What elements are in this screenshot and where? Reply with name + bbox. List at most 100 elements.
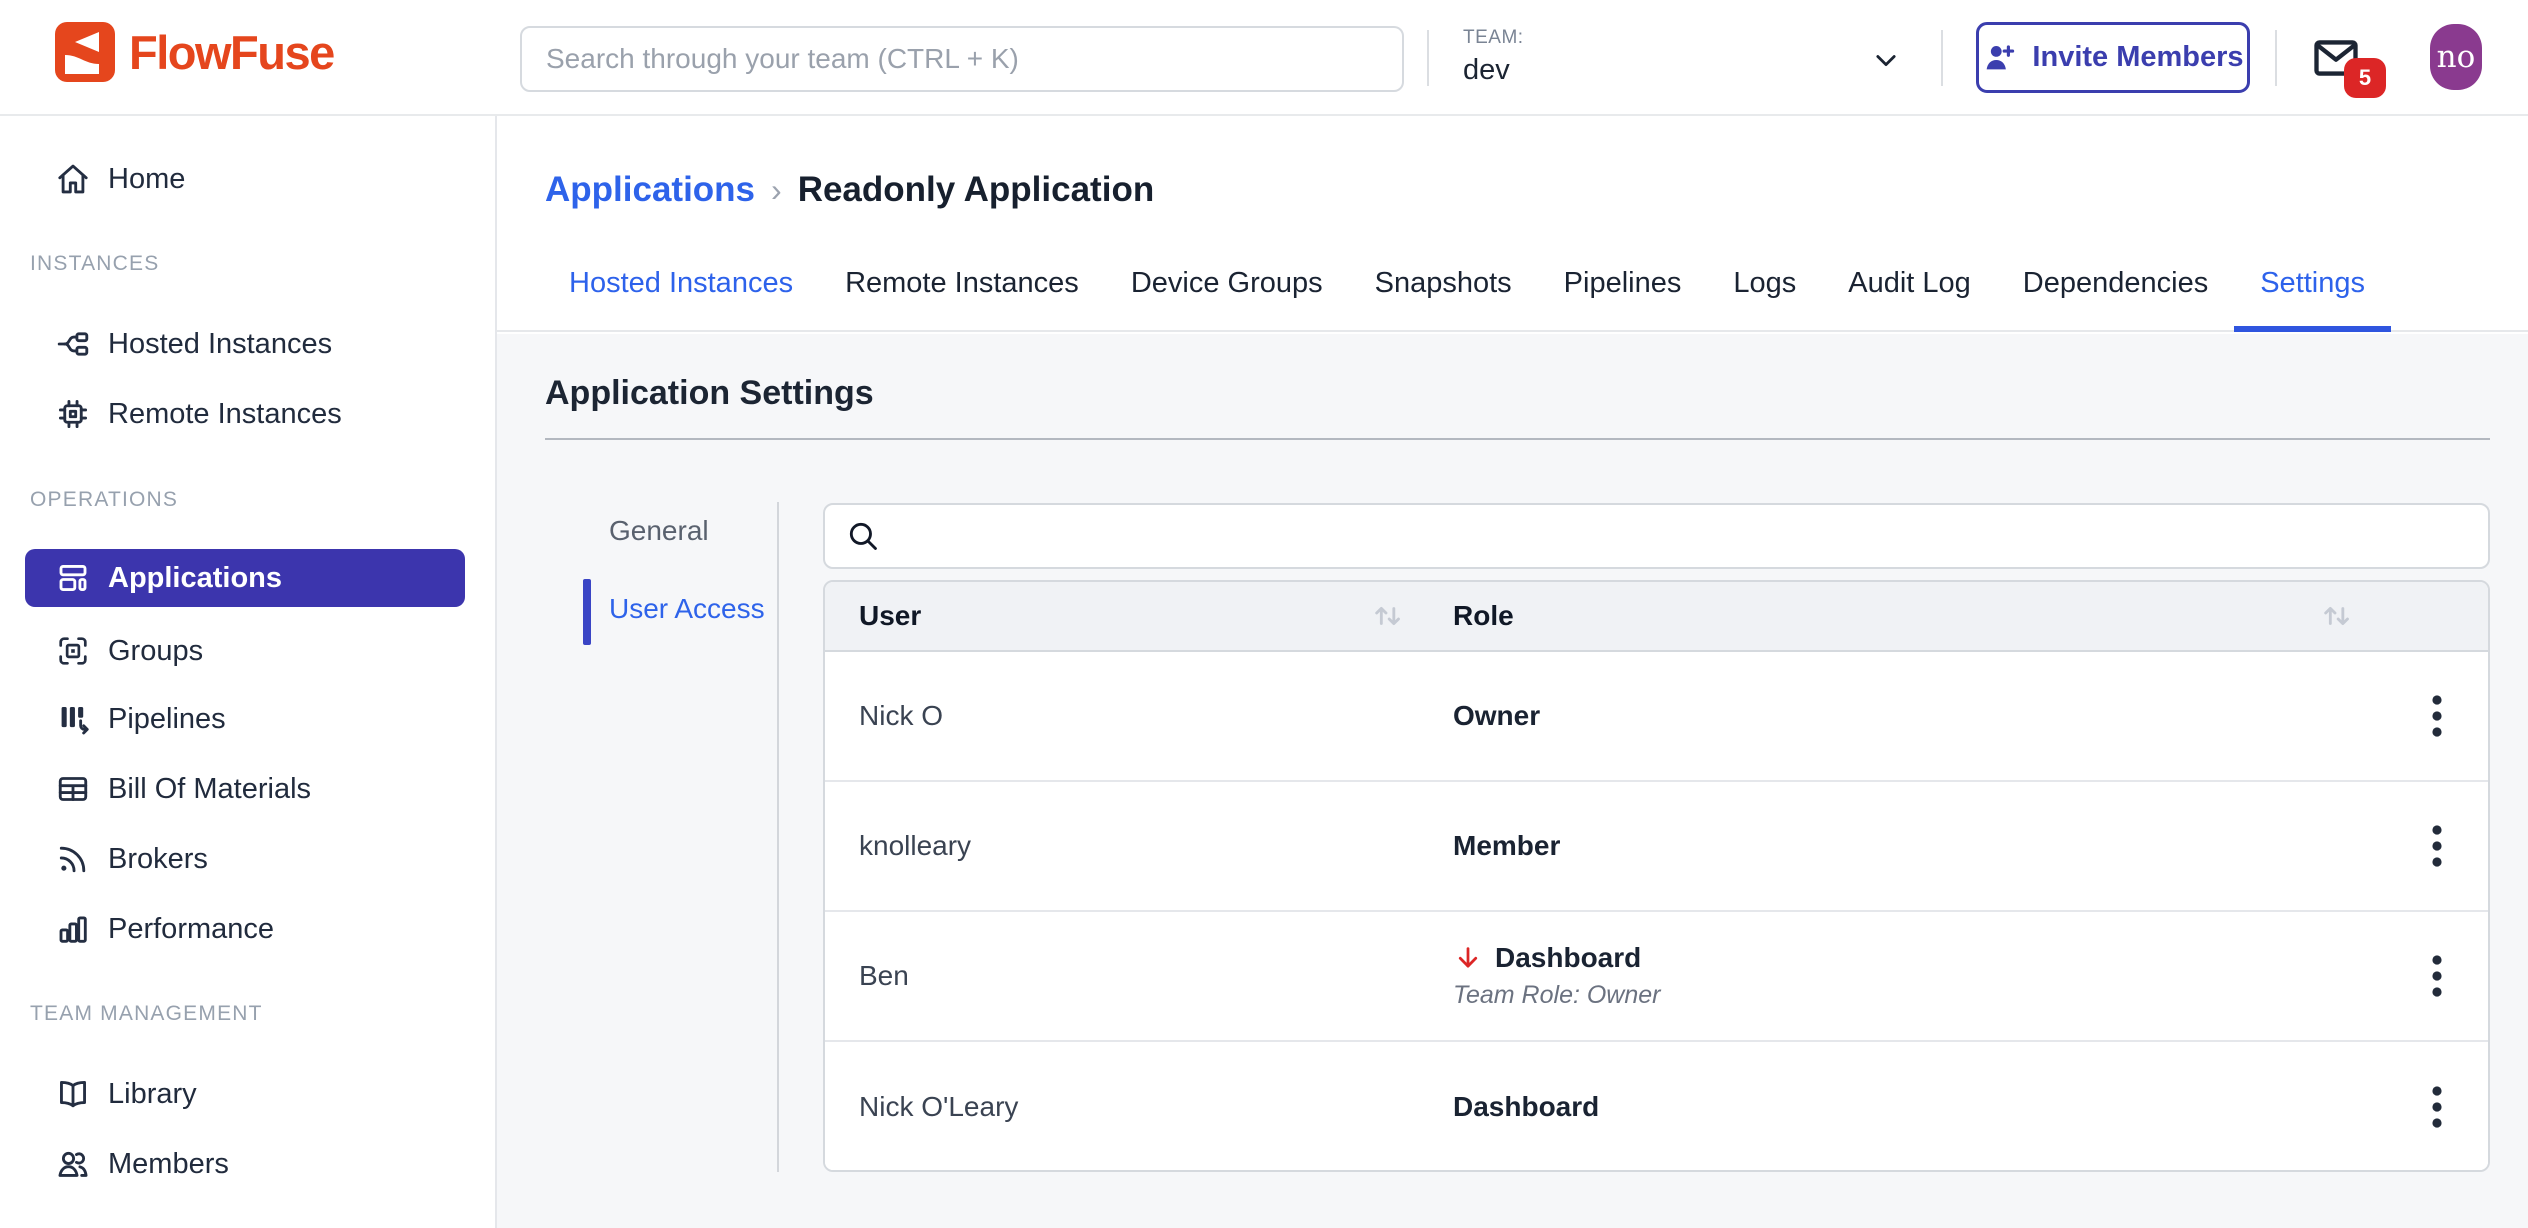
user-search-input[interactable] xyxy=(881,505,2488,567)
tab-settings[interactable]: Settings xyxy=(2234,236,2391,330)
invite-members-label: Invite Members xyxy=(2032,41,2243,74)
sidebar-item-label: Groups xyxy=(108,635,203,668)
user-search-box xyxy=(823,503,2490,569)
row-kebab-menu-button[interactable] xyxy=(2385,782,2488,910)
sort-icon[interactable] xyxy=(2317,596,2357,636)
search-icon xyxy=(845,518,881,554)
user-access-table: User Role xyxy=(823,580,2490,1172)
settings-subnav-general[interactable]: General xyxy=(609,515,709,547)
bill-of-materials-icon xyxy=(55,771,91,807)
subnav-divider xyxy=(777,502,779,1172)
sidebar-item-label: Hosted Instances xyxy=(108,328,332,361)
library-icon xyxy=(55,1076,91,1112)
user-avatar[interactable]: no xyxy=(2430,24,2482,90)
sidebar-item-label: Remote Instances xyxy=(108,398,342,431)
user-role: Owner xyxy=(1422,700,2385,732)
sidebar-item-label: Performance xyxy=(108,913,274,946)
sidebar-item-label: Home xyxy=(108,163,185,196)
notification-count-badge: 5 xyxy=(2344,58,2386,98)
subnav-active-indicator xyxy=(583,579,591,645)
performance-icon xyxy=(55,911,91,947)
sidebar-item-hosted-instances[interactable]: Hosted Instances xyxy=(0,309,497,379)
main-content: Applications › Readonly Application Host… xyxy=(497,116,2528,1228)
application-tabs: Hosted Instances Remote Instances Device… xyxy=(497,236,2528,332)
page-title: Application Settings xyxy=(545,374,874,413)
sidebar-item-label: Members xyxy=(108,1148,229,1181)
breadcrumb-current-page: Readonly Application xyxy=(798,170,1155,210)
brokers-icon xyxy=(55,841,91,877)
breadcrumb: Applications › Readonly Application xyxy=(545,168,1154,212)
sidebar-section-instances: INSTANCES xyxy=(30,244,159,284)
settings-subnav-user-access[interactable]: User Access xyxy=(609,593,765,625)
sidebar-item-label: Brokers xyxy=(108,843,208,876)
header-divider xyxy=(2275,30,2277,86)
heading-divider xyxy=(545,438,2490,440)
sidebar-item-groups[interactable]: Groups xyxy=(0,616,497,686)
tab-audit-log[interactable]: Audit Log xyxy=(1822,236,1997,330)
logo-text: FlowFuse xyxy=(129,25,334,80)
user-name: knolleary xyxy=(825,830,1422,862)
header-divider xyxy=(1427,30,1429,86)
sidebar-item-members[interactable]: Members xyxy=(0,1129,497,1199)
flowfuse-logo[interactable]: FlowFuse xyxy=(55,22,334,82)
user-name: Nick O'Leary xyxy=(825,1091,1422,1123)
sidebar-item-label: Bill Of Materials xyxy=(108,773,311,806)
table-row: Nick O Owner xyxy=(825,652,2488,782)
members-icon xyxy=(55,1146,91,1182)
table-header-row: User Role xyxy=(825,582,2488,652)
team-selector[interactable]: TEAM: dev xyxy=(1463,27,1524,87)
settings-panel: Application Settings General User Access xyxy=(497,334,2528,1228)
role-downgrade-arrow-icon xyxy=(1453,943,1483,973)
user-role: Dashboard xyxy=(1495,942,1641,974)
sort-icon[interactable] xyxy=(1368,596,1408,636)
column-header-role[interactable]: Role xyxy=(1422,582,2385,650)
home-icon xyxy=(55,161,91,197)
tab-remote-instances[interactable]: Remote Instances xyxy=(819,236,1105,330)
sidebar-section-team-management: TEAM MANAGEMENT xyxy=(30,994,263,1034)
tab-logs[interactable]: Logs xyxy=(1707,236,1822,330)
user-plus-icon xyxy=(1982,40,2018,76)
tab-snapshots[interactable]: Snapshots xyxy=(1349,236,1538,330)
sidebar-item-home[interactable]: Home xyxy=(0,144,497,214)
user-role: Dashboard xyxy=(1422,1091,2385,1123)
hosted-instances-icon xyxy=(55,326,91,362)
invite-members-button[interactable]: Invite Members xyxy=(1976,22,2250,93)
sidebar-item-label: Pipelines xyxy=(108,703,226,736)
sidebar-item-remote-instances[interactable]: Remote Instances xyxy=(0,379,497,449)
team-role-note: Team Role: Owner xyxy=(1453,981,2385,1010)
table-row: Nick O'Leary Dashboard xyxy=(825,1042,2488,1172)
groups-icon xyxy=(55,633,91,669)
column-header-user[interactable]: User xyxy=(825,582,1422,650)
chevron-down-icon[interactable] xyxy=(1872,46,1900,74)
app-window: FlowFuse TEAM: dev Invite Members xyxy=(0,0,2528,1228)
sidebar-item-label: Applications xyxy=(108,562,282,595)
table-row: Ben Dashboard Team Role xyxy=(825,912,2488,1042)
user-name: Ben xyxy=(825,960,1422,992)
remote-instances-icon xyxy=(55,396,91,432)
team-name: dev xyxy=(1463,54,1524,87)
sidebar: Home INSTANCES Hosted Instances xyxy=(0,116,497,1228)
sidebar-item-library[interactable]: Library xyxy=(0,1059,497,1129)
global-search-input[interactable] xyxy=(520,26,1404,92)
sidebar-section-operations: OPERATIONS xyxy=(30,480,178,520)
breadcrumb-applications-link[interactable]: Applications xyxy=(545,170,755,210)
applications-icon xyxy=(55,560,91,596)
pipelines-icon xyxy=(55,701,91,737)
breadcrumb-separator: › xyxy=(771,172,782,209)
tab-device-groups[interactable]: Device Groups xyxy=(1105,236,1349,330)
sidebar-item-pipelines[interactable]: Pipelines xyxy=(0,684,497,754)
row-kebab-menu-button[interactable] xyxy=(2385,652,2488,780)
top-header: FlowFuse TEAM: dev Invite Members xyxy=(0,0,2528,116)
tab-pipelines[interactable]: Pipelines xyxy=(1538,236,1708,330)
tab-hosted-instances[interactable]: Hosted Instances xyxy=(543,236,819,330)
tab-dependencies[interactable]: Dependencies xyxy=(1997,236,2234,330)
row-kebab-menu-button[interactable] xyxy=(2385,1042,2488,1172)
sidebar-item-performance[interactable]: Performance xyxy=(0,894,497,964)
sidebar-item-brokers[interactable]: Brokers xyxy=(0,824,497,894)
user-role: Member xyxy=(1422,830,2385,862)
sidebar-item-label: Library xyxy=(108,1078,197,1111)
sidebar-item-bill-of-materials[interactable]: Bill Of Materials xyxy=(0,754,497,824)
sidebar-item-applications[interactable]: Applications xyxy=(25,549,465,607)
row-kebab-menu-button[interactable] xyxy=(2385,912,2488,1040)
table-row: knolleary Member xyxy=(825,782,2488,912)
